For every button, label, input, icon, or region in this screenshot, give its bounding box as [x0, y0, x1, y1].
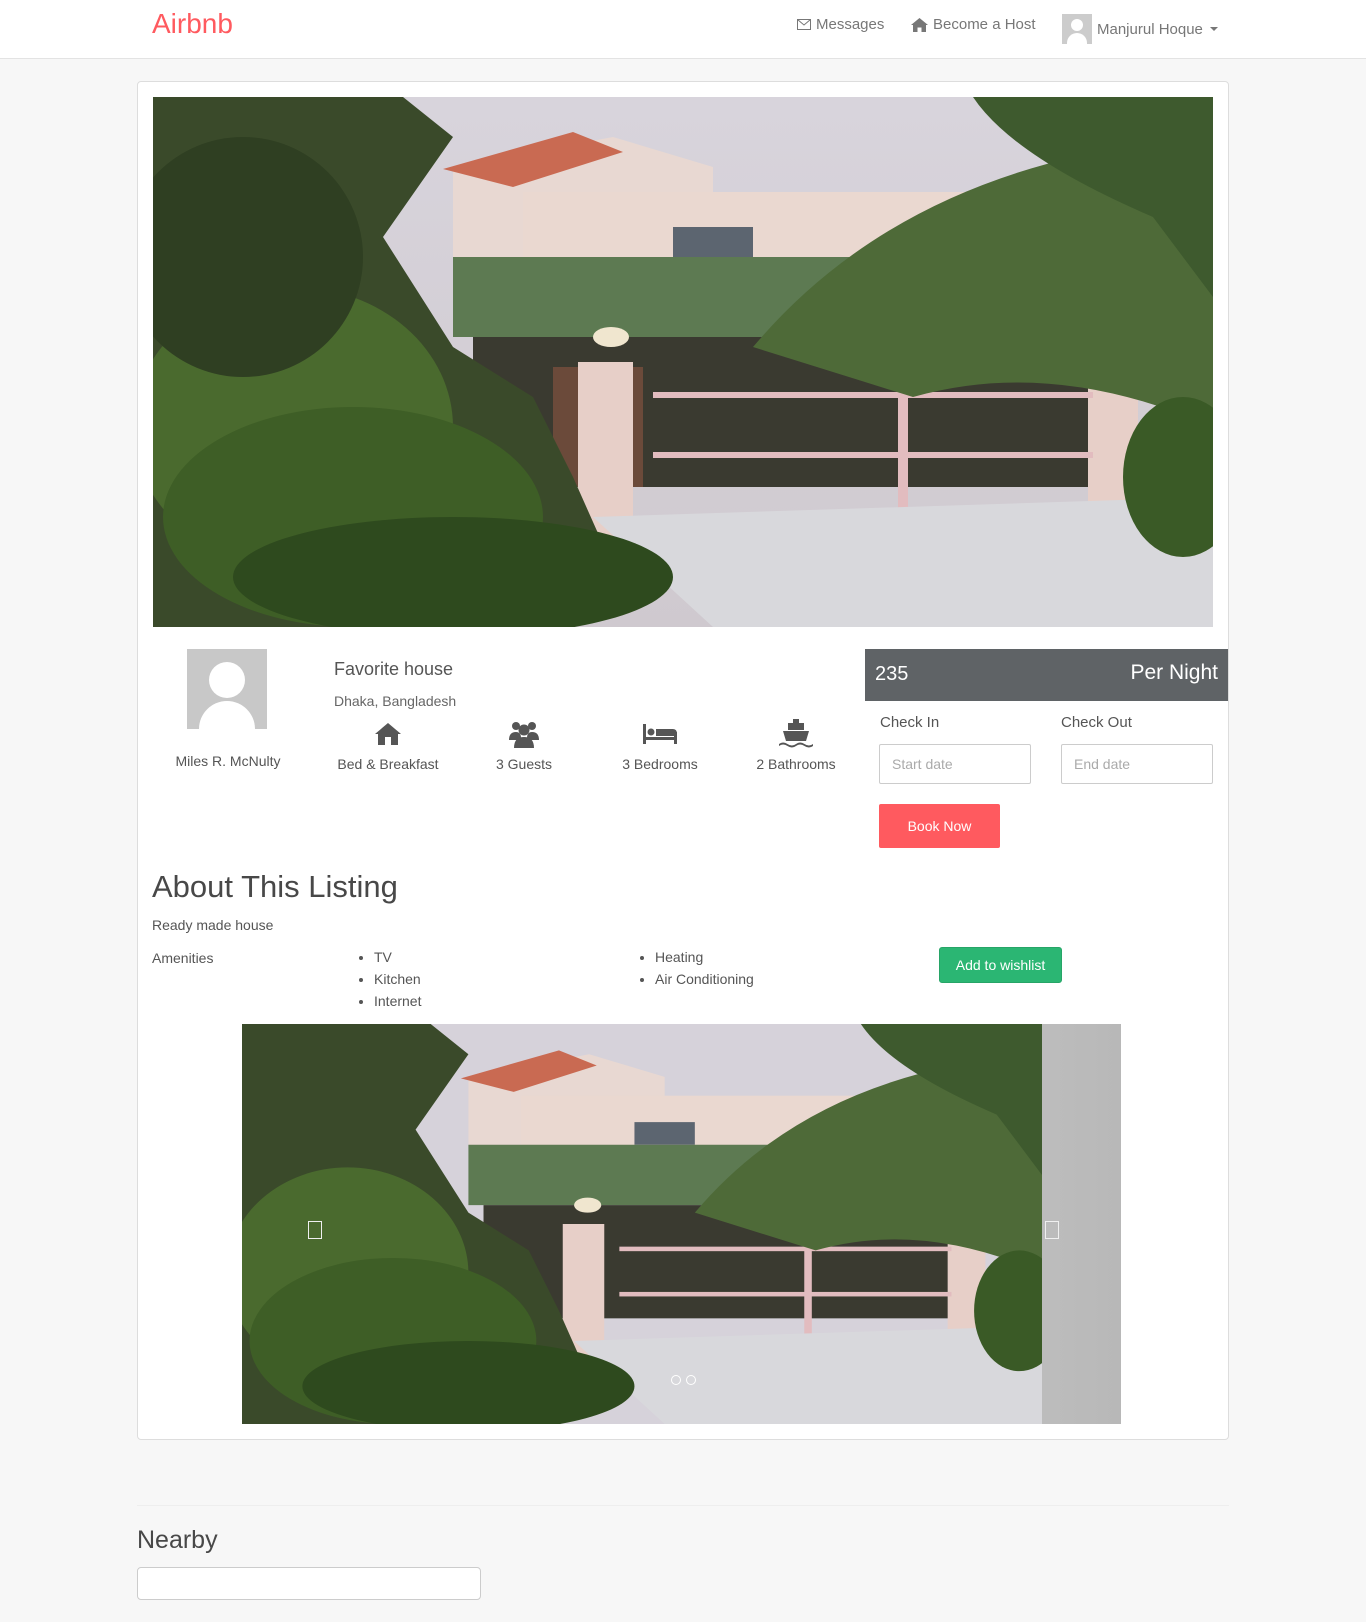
brand-logo[interactable]: Airbnb — [152, 8, 233, 40]
section-divider — [137, 1505, 1229, 1506]
user-avatar — [1062, 14, 1092, 44]
top-navbar: Airbnb Messages Become a Host Manjurul H… — [0, 0, 1366, 59]
add-to-wishlist-button[interactable]: Add to wishlist — [939, 947, 1062, 983]
amenities-list-1: TV Kitchen Internet — [374, 946, 421, 1012]
listing-location: Dhaka, Bangladesh — [334, 693, 457, 709]
feature-type-label: Bed & Breakfast — [337, 756, 439, 772]
about-heading: About This Listing — [152, 869, 398, 904]
nearby-map-box[interactable] — [137, 1567, 481, 1600]
ship-icon — [779, 719, 813, 748]
nav-become-host[interactable]: Become a Host — [911, 16, 1036, 33]
amenity-item: Internet — [374, 990, 421, 1012]
user-menu-dropdown[interactable]: Manjurul Hoque — [1062, 14, 1218, 44]
carousel-photo — [242, 1024, 1042, 1424]
carousel-indicator[interactable] — [671, 1375, 681, 1385]
host-name: Miles R. McNulty — [175, 753, 281, 769]
carousel-next-button[interactable] — [1045, 1221, 1059, 1239]
amenity-item: Heating — [655, 946, 754, 968]
envelope-icon — [797, 19, 811, 30]
feature-bathrooms: 2 Bathrooms — [731, 716, 861, 772]
price-unit: Per Night — [1130, 661, 1218, 684]
bed-icon — [643, 724, 677, 744]
nav-host-label: Become a Host — [933, 16, 1036, 33]
feature-guests-label: 3 Guests — [495, 756, 553, 772]
nav-messages[interactable]: Messages — [797, 16, 884, 33]
listing-title: Favorite house — [334, 659, 454, 679]
user-name: Manjurul Hoque — [1097, 20, 1203, 38]
amenities-label: Amenities — [152, 950, 214, 966]
users-icon — [509, 722, 539, 748]
feature-bathrooms-label: 2 Bathrooms — [756, 756, 836, 772]
about-description: Ready made house — [152, 917, 274, 933]
host-avatar — [187, 649, 267, 729]
check-in-label: Check In — [880, 714, 940, 731]
chevron-down-icon — [1209, 27, 1218, 31]
listing-hero-photo — [153, 97, 1213, 627]
amenities-list-2: Heating Air Conditioning — [655, 946, 754, 990]
nearby-heading: Nearby — [137, 1526, 218, 1554]
amenity-item: Air Conditioning — [655, 968, 754, 990]
feature-guests: 3 Guests — [459, 716, 589, 772]
price-value: 235 — [875, 663, 909, 685]
house-icon — [375, 723, 401, 745]
check-in-date-input[interactable] — [879, 744, 1031, 784]
amenity-item: TV — [374, 946, 421, 968]
home-icon — [911, 17, 928, 32]
feature-bedrooms-label: 3 Bedrooms — [622, 756, 698, 772]
price-bar: 235 Per Night — [865, 649, 1228, 701]
check-out-label: Check Out — [1061, 714, 1132, 731]
carousel-prev-button[interactable] — [308, 1221, 322, 1239]
nav-messages-label: Messages — [816, 16, 885, 33]
check-out-date-input[interactable] — [1061, 744, 1213, 784]
book-now-button[interactable]: Book Now — [879, 804, 1000, 848]
amenity-item: Kitchen — [374, 968, 421, 990]
feature-bedrooms: 3 Bedrooms — [595, 716, 725, 772]
carousel-indicator[interactable] — [686, 1375, 696, 1385]
photo-carousel[interactable] — [242, 1024, 1121, 1424]
feature-property-type: Bed & Breakfast — [323, 716, 453, 772]
